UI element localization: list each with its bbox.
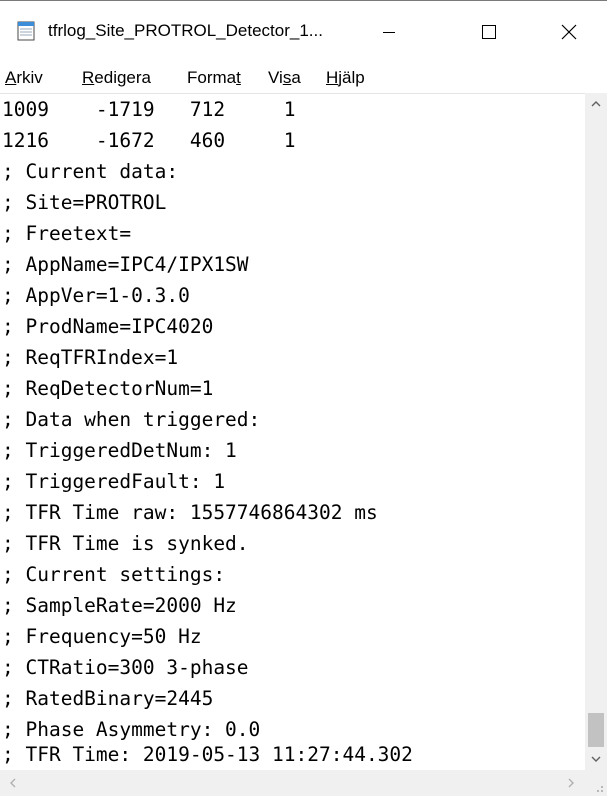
menu-format[interactable]: Format [187,68,241,88]
maximize-icon [482,25,496,39]
text-line: ; TriggeredFault: 1 [2,470,226,493]
text-line: 1009 -1719 712 1 [2,98,296,121]
text-line: ; RatedBinary=2445 [2,687,214,710]
close-icon [561,24,577,40]
resize-grip-icon [597,786,603,792]
text-line: ; ProdName=IPC4020 [2,315,214,338]
text-line: ; TFR Time raw: 1557746864302 ms [2,501,378,524]
text-line: ; TFR Time is synked. [2,532,249,555]
chevron-up-icon [591,101,601,107]
minimize-icon [383,32,395,33]
vertical-scrollbar[interactable] [585,93,607,770]
chevron-down-icon [591,756,601,762]
text-line: ; Site=PROTROL [2,191,167,214]
maximize-button[interactable] [458,1,520,63]
window-title: tfrlog_Site_PROTROL_Detector_1... [48,21,323,40]
menu-arkiv[interactable]: Arkiv [5,68,43,88]
chevron-left-icon [10,778,16,788]
chevron-right-icon [568,778,574,788]
text-editor[interactable]: 1009 -1719 712 1 1216 -1672 460 1 ; Curr… [0,93,585,771]
text-line: ; AppName=IPC4/IPX1SW [2,253,249,276]
text-line: ; Freetext= [2,222,132,245]
menu-hjalp[interactable]: Hjälp [326,68,365,88]
minimize-button[interactable] [358,1,420,63]
text-line: ; Data when triggered: [2,408,261,431]
menu-visa[interactable]: Visa [268,68,301,88]
menu-redigera[interactable]: Redigera [82,68,151,88]
text-line: ; SampleRate=2000 Hz [2,594,237,617]
text-line: ; Current settings: [2,563,226,586]
horizontal-scrollbar[interactable] [0,770,585,796]
text-line: ; TFR Time: 2019-05-13 11:27:44.302 [2,743,413,766]
text-line: ; ReqDetectorNum=1 [2,377,214,400]
resize-grip[interactable] [585,770,607,796]
text-line: ; Current data: [2,160,179,183]
text-line: ; AppVer=1-0.3.0 [2,284,190,307]
text-line: ; CTRatio=300 3-phase [2,656,249,679]
text-line: ; ReqTFRIndex=1 [2,346,179,369]
notepad-window: tfrlog_Site_PROTROL_Detector_1... Arkiv … [0,0,607,796]
title-bar[interactable]: tfrlog_Site_PROTROL_Detector_1... [0,1,607,63]
menu-bar: Arkiv Redigera Format Visa Hjälp [0,63,607,93]
text-line: 1216 -1672 460 1 [2,129,296,152]
vertical-scroll-thumb[interactable] [588,713,604,747]
scroll-right-button[interactable] [560,772,582,794]
scroll-left-button[interactable] [2,772,24,794]
notepad-icon[interactable] [16,21,36,41]
scroll-down-button[interactable] [585,748,607,770]
scroll-up-button[interactable] [585,93,607,115]
text-line: ; Frequency=50 Hz [2,625,202,648]
close-button[interactable] [538,1,600,63]
text-line: ; TriggeredDetNum: 1 [2,439,237,462]
